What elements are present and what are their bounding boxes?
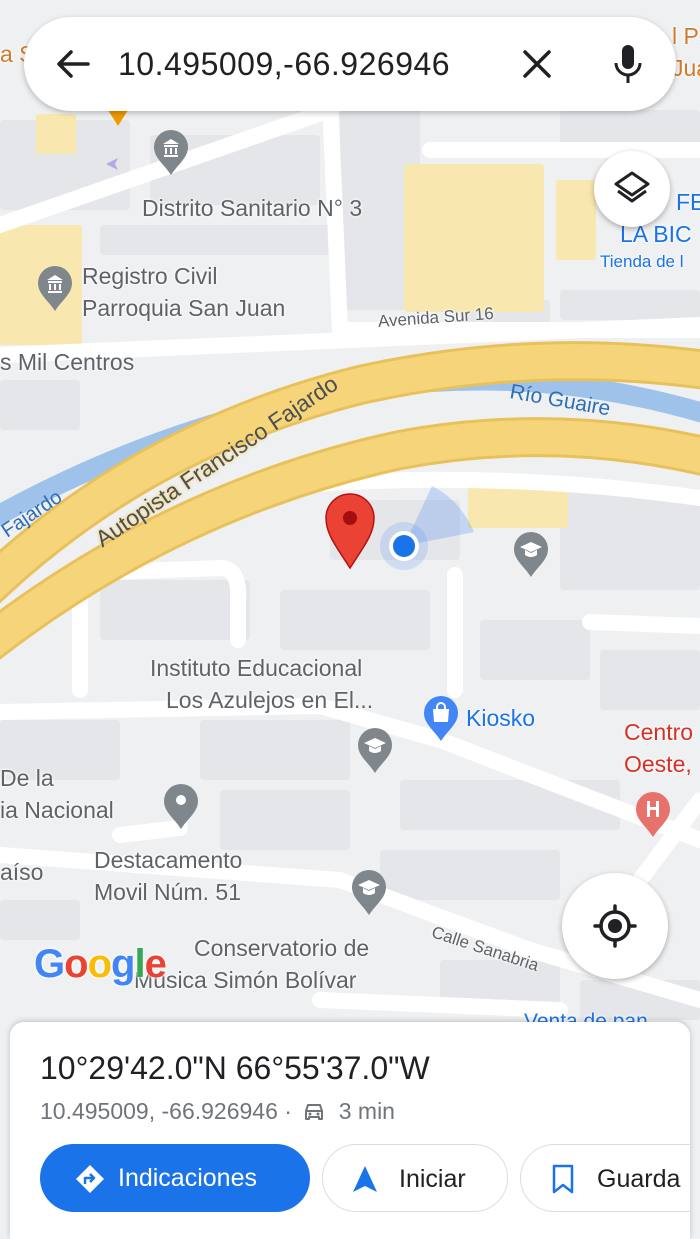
place-subtitle: 10.495009, -66.926946 · 3 min <box>40 1096 395 1126</box>
layers-icon <box>614 171 650 203</box>
direction-arrow-icon <box>106 158 118 170</box>
google-logo: Google <box>34 942 167 987</box>
start-button[interactable]: Iniciar <box>322 1144 508 1212</box>
map-label: aíso <box>0 859 44 885</box>
place-poi-icon[interactable] <box>162 782 200 830</box>
map-label: ia Nacional <box>0 797 114 823</box>
school-poi-icon[interactable] <box>356 726 394 774</box>
separator: · <box>284 1098 292 1124</box>
start-label: Iniciar <box>399 1165 466 1193</box>
map-label: Registro Civil <box>82 263 218 289</box>
map-label: l Pa <box>672 23 700 49</box>
map-label: Distrito Sanitario N° 3 <box>142 195 363 221</box>
map-label: Jua <box>672 55 700 81</box>
navigation-arrow-icon <box>353 1166 377 1192</box>
school-poi-icon[interactable] <box>350 868 388 916</box>
hospital-poi-icon[interactable] <box>634 790 672 838</box>
arrow-left-icon[interactable] <box>54 45 92 83</box>
coordinates-decimal: 10.495009, -66.926946 <box>40 1098 278 1124</box>
map-label: Música Simón Bolívar <box>134 967 357 993</box>
close-icon[interactable] <box>518 45 556 83</box>
school-poi-icon[interactable] <box>512 530 550 578</box>
directions-label: Indicaciones <box>118 1164 257 1192</box>
directions-button[interactable]: Indicaciones <box>40 1144 310 1212</box>
save-button[interactable]: Guarda <box>520 1144 690 1212</box>
government-poi-icon[interactable] <box>36 264 74 312</box>
place-bottom-sheet[interactable]: 10°29'42.0"N 66°55'37.0"W 10.495009, -66… <box>10 1022 690 1239</box>
layers-button[interactable] <box>594 151 670 227</box>
map-label: Destacamento <box>94 847 243 873</box>
map-label: Parroquia San Juan <box>82 295 286 321</box>
map-label: Tienda de l <box>600 252 684 271</box>
shopping-poi-icon[interactable] <box>422 694 460 742</box>
government-poi-icon[interactable] <box>152 128 190 176</box>
map-label: FE <box>676 189 700 215</box>
google-logo-text: Google <box>34 942 167 986</box>
search-query[interactable]: 10.495009,-66.926946 <box>118 39 450 89</box>
microphone-icon[interactable] <box>612 43 644 85</box>
directions-diamond-icon <box>76 1165 104 1193</box>
map-label: Movil Núm. 51 <box>94 879 241 905</box>
save-label: Guarda <box>597 1165 681 1193</box>
map-label: s Mil Centros <box>0 349 135 375</box>
bookmark-icon <box>552 1164 574 1194</box>
map-label: Instituto Educacional <box>150 655 363 681</box>
map-label: De la <box>0 765 54 791</box>
map-label: Oeste, <box>624 751 692 777</box>
car-icon <box>305 1104 324 1120</box>
my-location-button[interactable] <box>562 873 668 979</box>
coordinates-title: 10°29'42.0"N 66°55'37.0"W <box>40 1050 430 1086</box>
search-bar[interactable]: 10.495009,-66.926946 <box>24 17 676 111</box>
marker-icon <box>108 110 128 126</box>
map-label: Centro <box>624 719 694 745</box>
map-label: Los Azulejos en El... <box>166 687 374 713</box>
my-location-icon <box>593 904 637 948</box>
drive-time: 3 min <box>338 1098 395 1124</box>
map-label: Conservatorio de <box>194 935 370 961</box>
map-label: Kiosko <box>466 705 536 731</box>
